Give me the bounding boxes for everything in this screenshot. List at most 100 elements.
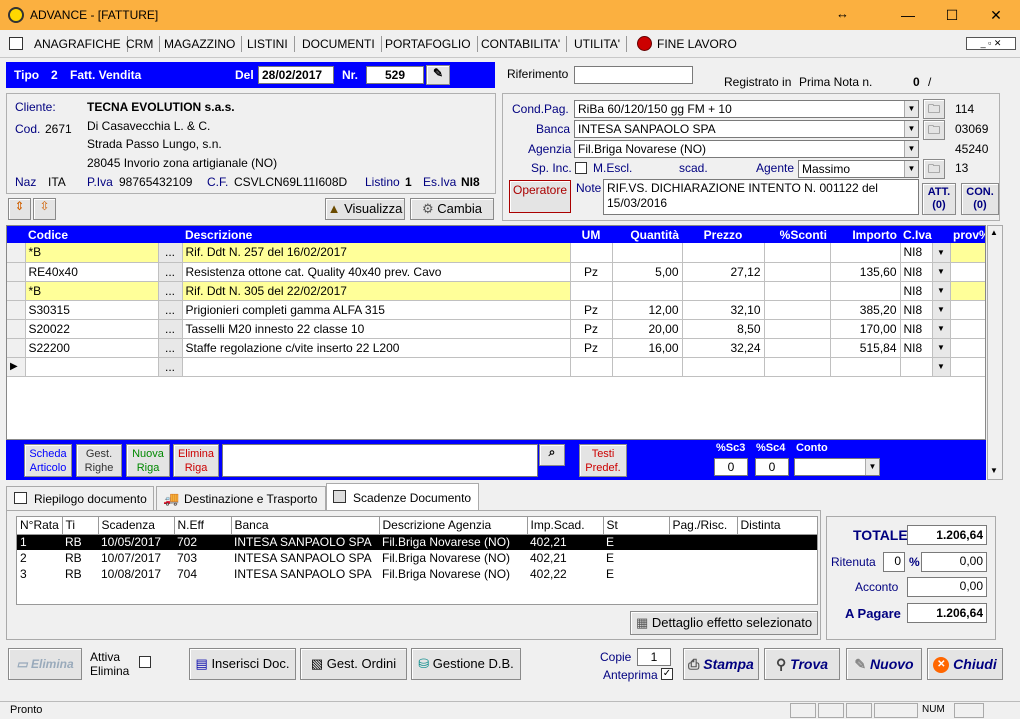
cell-importo[interactable]: 135,60 [830, 262, 901, 282]
edit-number-icon[interactable]: ✎ [426, 65, 450, 85]
minimize-button[interactable]: — [888, 4, 928, 26]
scad-col-1[interactable]: Ti [62, 517, 99, 535]
row-indicator[interactable] [7, 319, 26, 339]
cell-quantita[interactable]: 12,00 [612, 300, 683, 320]
tab-scadenze[interactable]: Scadenze Documento [326, 483, 479, 511]
menu-utilita[interactable]: UTILITA' [568, 36, 628, 52]
collapse-icon[interactable]: ⇳ [33, 198, 56, 220]
chevron-down-icon[interactable]: ▼ [904, 121, 918, 137]
scad-col-4[interactable]: Banca [231, 517, 380, 535]
tab-destinazione[interactable]: 🚚 Destinazione e Trasporto [156, 486, 326, 510]
cell-descrizione[interactable]: Staffe regolazione c/vite inserto 22 L20… [182, 338, 571, 358]
cell-descrizione[interactable]: Resistenza ottone cat. Quality 40x40 pre… [182, 262, 571, 282]
row-indicator[interactable] [7, 243, 26, 263]
stampa-button[interactable]: ⎙ Stampa [683, 648, 759, 680]
col-prov[interactable]: prov% [950, 226, 985, 243]
cell-importo[interactable] [830, 281, 901, 301]
tab-riepilogo[interactable]: Riepilogo documento [6, 486, 154, 510]
cell-quantita[interactable]: 20,00 [612, 319, 683, 339]
chiudi-button[interactable]: ✕ Chiudi [927, 648, 1003, 680]
elimina-doc-button[interactable]: ▭ Elimina [8, 648, 82, 680]
note-textarea[interactable]: RIF.VS. DICHIARAZIONE INTENTO N. 001122 … [603, 179, 919, 215]
row-indicator[interactable] [7, 262, 26, 282]
cell-um[interactable]: Pz [570, 319, 613, 339]
chevron-down-icon[interactable]: ▼ [932, 338, 951, 358]
attiva-elimina-checkbox[interactable] [139, 656, 151, 668]
cell-prezzo[interactable]: 27,12 [682, 262, 765, 282]
nr-field[interactable]: 529 [366, 66, 424, 84]
menu-portafoglio[interactable]: PORTAFOGLIO [379, 36, 478, 52]
lookup-button[interactable]: ... [158, 262, 183, 282]
power-icon[interactable] [637, 36, 652, 51]
lookup-button[interactable]: ... [158, 338, 183, 358]
cell-um[interactable] [570, 357, 613, 377]
cambia-button[interactable]: ⚙ Cambia [410, 198, 494, 220]
chevron-down-icon[interactable]: ▼ [932, 243, 951, 263]
scroll-down-icon[interactable]: ▼ [990, 466, 998, 475]
cell-quantita[interactable]: 5,00 [612, 262, 683, 282]
folder-icon[interactable]: 🗀 [923, 99, 945, 119]
col-sconti[interactable]: %Sconti [764, 226, 830, 243]
menu-magazzino[interactable]: MAGAZZINO [158, 36, 243, 52]
cell-prov[interactable] [950, 300, 985, 320]
cell-codice[interactable]: S20022 [25, 319, 159, 339]
cell-descrizione[interactable]: Rif. Ddt N. 305 del 22/02/2017 [182, 281, 571, 301]
menu-anagrafiche[interactable]: ANAGRAFICHE [28, 36, 128, 52]
ritenuta-pct-input[interactable]: 0 [883, 552, 905, 572]
inserisci-doc-button[interactable]: ▤ Inserisci Doc. [189, 648, 296, 680]
chevron-down-icon[interactable]: ▼ [932, 357, 951, 377]
cell-codice[interactable]: *B [25, 243, 159, 263]
lookup-button[interactable]: ... [158, 300, 183, 320]
cell-prezzo[interactable] [682, 281, 765, 301]
cell-importo[interactable]: 515,84 [830, 338, 901, 358]
table-row[interactable]: *B... Rif. Ddt N. 305 del 22/02/2017 NI8 ▼ [7, 281, 985, 301]
cell-um[interactable]: Pz [570, 262, 613, 282]
cell-sconti[interactable] [764, 281, 831, 301]
cell-quantita[interactable] [612, 357, 683, 377]
sp-inc-checkbox[interactable] [575, 162, 587, 174]
cell-prov[interactable] [950, 262, 985, 282]
riferimento-input[interactable] [574, 66, 693, 84]
cell-prezzo[interactable]: 32,10 [682, 300, 765, 320]
menu-contabilita[interactable]: CONTABILITA' [475, 36, 568, 52]
maximize-button[interactable]: ☐ [932, 4, 972, 26]
gestione-db-button[interactable]: ⛁ Gestione D.B. [411, 648, 521, 680]
chevron-down-icon[interactable]: ▼ [904, 141, 918, 157]
col-importo[interactable]: Importo [830, 226, 900, 243]
chevron-down-icon[interactable]: ▼ [865, 459, 879, 475]
lookup-button[interactable]: ... [158, 281, 183, 301]
chevron-down-icon[interactable]: ▼ [932, 281, 951, 301]
expand-icon[interactable]: ⇕ [8, 198, 31, 220]
lookup-button[interactable]: ... [158, 243, 183, 263]
cell-prezzo[interactable] [682, 243, 765, 263]
table-row[interactable]: 1 RB 10/05/2017 702 INTESA SANPAOLO SPA Fil.B… [17, 534, 817, 550]
resize-icon[interactable]: ↔ [836, 6, 849, 21]
cell-prov[interactable] [950, 281, 985, 301]
gest-ordini-button[interactable]: ▧ Gest. Ordini [300, 648, 407, 680]
sc3-input[interactable]: 0 [714, 458, 748, 476]
scad-col-3[interactable]: N.Eff [174, 517, 232, 535]
nuovo-button[interactable]: ✎ Nuovo [846, 648, 922, 680]
operatore-button[interactable]: Operatore [509, 180, 571, 213]
scad-col-6[interactable]: Imp.Scad. [527, 517, 604, 535]
col-prezzo[interactable]: Prezzo [682, 226, 764, 243]
cell-sconti[interactable] [764, 338, 831, 358]
chevron-down-icon[interactable]: ▼ [932, 319, 951, 339]
row-indicator[interactable] [7, 300, 26, 320]
grid-search-input[interactable] [222, 444, 538, 477]
chevron-down-icon[interactable]: ▼ [904, 101, 918, 117]
cell-civa[interactable]: NI8 [900, 338, 933, 358]
cell-civa[interactable] [900, 357, 933, 377]
agenzia-select[interactable]: Fil.Briga Novarese (NO) ▼ [574, 140, 919, 158]
cell-um[interactable] [570, 281, 613, 301]
col-um[interactable]: UM [570, 226, 612, 243]
col-quantita[interactable]: Quantità [612, 226, 682, 243]
cell-prezzo[interactable]: 32,24 [682, 338, 765, 358]
trova-button[interactable]: ⚲ Trova [764, 648, 840, 680]
menu-doc-icon[interactable] [9, 37, 23, 50]
table-row[interactable]: 3 RB 10/08/2017 704 INTESA SANPAOLO SPA Fil.B… [17, 566, 817, 582]
folder-icon[interactable]: 🗀 [923, 159, 945, 179]
sc4-input[interactable]: 0 [755, 458, 789, 476]
row-indicator[interactable] [7, 281, 26, 301]
cell-codice[interactable]: *B [25, 281, 159, 301]
